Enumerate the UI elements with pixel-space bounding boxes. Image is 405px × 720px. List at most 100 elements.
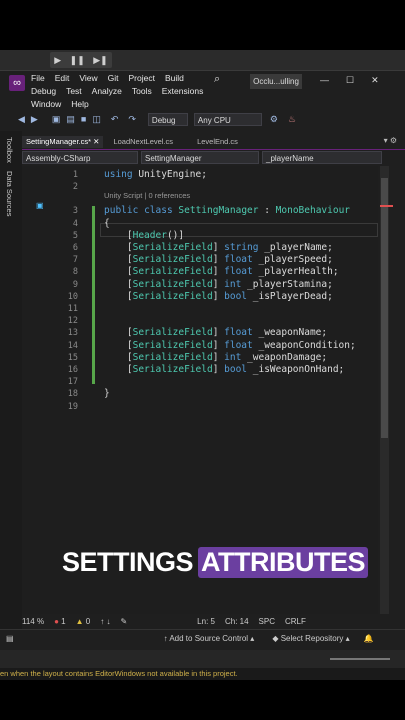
line-number: 9 [72, 279, 78, 290]
close-tab-icon[interactable]: ✕ [93, 137, 99, 146]
code-token: public [104, 205, 139, 217]
open-icon[interactable]: ▤ [66, 114, 75, 125]
codelens[interactable]: Unity Script | 0 references [104, 191, 190, 200]
menu-item[interactable]: Debug [31, 86, 56, 99]
zoom-level[interactable]: 114 % [22, 617, 44, 626]
maximize-icon[interactable]: ☐ [346, 75, 354, 86]
menu-item[interactable]: Analyze [92, 86, 122, 99]
step-icon[interactable]: ▶❚ [93, 55, 107, 66]
menu-item[interactable]: Test [66, 86, 82, 99]
warning-count[interactable]: ▲ 0 [76, 617, 91, 626]
code-token: [ [104, 364, 133, 375]
menu-item[interactable]: Tools [132, 86, 152, 99]
code-line: [SerializeField] float _playerSpeed; [104, 254, 333, 265]
forward-icon[interactable]: ▶ [31, 114, 38, 125]
hot-reload-icon[interactable]: ♨ [288, 114, 296, 125]
tab-level-end[interactable]: LevelEnd.cs [193, 136, 242, 148]
caption-word-2: ATTRIBUTES [198, 546, 369, 578]
search-icon[interactable]: ⌕ [214, 73, 220, 86]
add-source-control[interactable]: ↑ Add to Source Control ▴ [164, 634, 255, 643]
new-item-icon[interactable]: ▣ [52, 114, 61, 125]
code-token: [ [104, 229, 133, 241]
tab-label: LoadNextLevel.cs [113, 137, 174, 146]
close-icon[interactable]: ✕ [371, 75, 379, 86]
back-icon[interactable]: ◀ [18, 114, 25, 125]
menu-item[interactable]: Extensions [162, 86, 204, 99]
code-token: _weaponName; [252, 327, 328, 339]
save-all-icon[interactable]: ◫ [92, 114, 101, 125]
line-number: 18 [67, 389, 78, 400]
menu-item[interactable]: View [79, 73, 97, 86]
codelens-text: Unity Script | 0 references [104, 191, 191, 200]
menu-item[interactable]: Git [108, 73, 119, 86]
code-token: float [224, 327, 253, 339]
toolbar: ◀ ▶ ▣ ▤ ■ ◫ ↶ ↷ Debug Any CPU ⚙ ♨ [0, 111, 405, 127]
tab-load-next-level[interactable]: LoadNextLevel.cs [109, 136, 177, 148]
vertical-scrollbar[interactable] [380, 166, 389, 621]
spacing-mode[interactable]: SPC [259, 617, 275, 626]
code-token: [ [104, 327, 133, 339]
member-dropdown[interactable]: _playerName [262, 151, 382, 164]
code-token: _isWeaponOnHand; [247, 364, 345, 375]
project-dropdown[interactable]: Assembly-CSharp [22, 151, 138, 164]
line-number: 12 [67, 316, 78, 327]
caption-word-1: SETTINGS [62, 546, 194, 577]
line-number: 8 [72, 267, 78, 278]
save-icon[interactable]: ■ [81, 114, 86, 124]
code-token: int [224, 351, 242, 363]
minimize-icon[interactable]: — [320, 75, 329, 86]
code-token: int [224, 278, 242, 290]
change-bar [92, 206, 95, 384]
document-tabs: SettingManager.cs* ✕ LoadNextLevel.cs Le… [22, 136, 405, 150]
code-token: _playerStamina; [241, 278, 333, 290]
config-select[interactable]: Debug [147, 112, 188, 126]
line-number: 17 [67, 377, 78, 388]
redo-icon[interactable]: ↷ [128, 114, 136, 125]
output-icon[interactable]: ▤ [6, 634, 14, 643]
menu-item[interactable]: File [31, 73, 45, 86]
code-token: MonoBehaviour [275, 205, 351, 217]
line-number: 5 [72, 230, 78, 241]
attach-icon[interactable]: ⚙ [270, 114, 278, 125]
code-token: _weaponCondition; [252, 339, 356, 351]
menu-item[interactable]: Edit [55, 73, 70, 86]
code-token: SerializeField [132, 339, 213, 351]
code-token: SerializeField [132, 254, 213, 266]
line-number: 3 [72, 206, 78, 217]
error-count[interactable]: ● 1 [54, 617, 66, 626]
line-endings[interactable]: CRLF [285, 617, 306, 626]
line-number: 7 [72, 255, 78, 266]
pause-icon[interactable]: ❚❚ [70, 55, 85, 66]
tab-overflow-icon[interactable]: ▾ ⚙ [384, 136, 405, 149]
tab-label: SettingManager.cs* [26, 137, 92, 146]
line-number: 1 [72, 170, 78, 180]
notifications-icon[interactable]: 🔔 [364, 634, 374, 643]
platform-select[interactable]: Any CPU [193, 112, 262, 126]
code-token: _weaponDamage; [241, 351, 328, 363]
code-token: _playerHealth; [252, 266, 339, 278]
brush-icon[interactable]: ✎ [120, 617, 127, 626]
select-repository[interactable]: ◆ Select Repository ▴ [272, 634, 349, 643]
data-sources-tab[interactable]: Data Sources [5, 171, 14, 216]
code-token: [ [104, 266, 133, 278]
code-token: ] [212, 339, 225, 351]
tab-label: LevelEnd.cs [197, 137, 238, 146]
code-token: [ [104, 278, 133, 290]
undo-icon[interactable]: ↶ [111, 114, 119, 125]
nav-arrows-icon[interactable]: ↑ ↓ [100, 617, 110, 626]
menu-item[interactable]: Project [129, 73, 155, 86]
toolbox-tab[interactable]: Toolbox [5, 137, 14, 163]
scrollbar-thumb[interactable] [381, 178, 388, 438]
solution-title: Occlu...ulling [250, 74, 302, 89]
code-token: ] [212, 278, 225, 290]
platform-value: Any CPU [197, 115, 231, 125]
unity-slider[interactable] [330, 658, 390, 660]
play-icon[interactable]: ▶ [54, 55, 61, 66]
class-dropdown[interactable]: SettingManager [141, 151, 259, 164]
console-message-text: en when the layout contains EditorWindow… [0, 669, 238, 678]
menu-item[interactable]: Build [165, 73, 184, 86]
line-number: 2 [72, 182, 78, 193]
tab-setting-manager[interactable]: SettingManager.cs* ✕ [22, 136, 104, 148]
line-number: 6 [72, 243, 78, 253]
code-line: [Header()] [104, 230, 184, 241]
